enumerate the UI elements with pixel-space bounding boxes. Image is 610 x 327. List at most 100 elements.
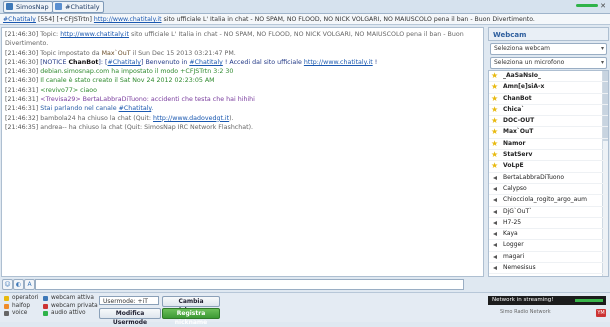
user-list-item[interactable]: ★ Amn[e]siA-x <box>489 82 608 94</box>
webcam-select-value: Seleziona webcam <box>494 45 550 52</box>
chat-message: [21:46:31] Stai parlando nel canale #Cha… <box>5 104 480 113</box>
user-list-item[interactable]: Nemesisus <box>489 263 608 275</box>
user-list-item[interactable]: Calypso <box>489 184 608 196</box>
star-icon: ★ <box>491 82 499 92</box>
message-text: debian.simosnap.com <box>40 68 110 76</box>
chat-message: [21:46:30] Topic impostato da Max`OuT il… <box>5 49 480 58</box>
close-icon[interactable]: ✕ <box>600 2 606 10</box>
user-list-item[interactable]: Logger <box>489 240 608 252</box>
speaker-icon <box>493 220 497 225</box>
message-link[interactable]: #Chatitaly <box>189 59 223 66</box>
channel-icon <box>55 3 62 10</box>
message-link[interactable]: #Chatitaly <box>107 59 141 66</box>
star-icon: ★ <box>491 127 499 137</box>
message-text: [NOTICE <box>40 58 69 66</box>
right-panel: Webcam Seleziona webcam ▾ Seleziona un m… <box>488 27 609 277</box>
speaker-icon <box>493 175 497 180</box>
speaker-icon <box>493 198 497 203</box>
stream-level-bar <box>575 299 603 302</box>
change-nickname-button[interactable]: Cambia nickname <box>162 296 220 314</box>
user-list-item[interactable]: DjG`OuT` <box>489 207 608 218</box>
user-list-item[interactable]: ★ VoLpE <box>489 161 608 173</box>
chat-message: [21:46:35] andrea-- ha chiuso la chat (Q… <box>5 123 480 132</box>
footer: Simo Radio Network YM <box>500 309 606 317</box>
message-link[interactable]: #Chatitaly <box>119 105 152 112</box>
user-list-item[interactable]: ★ DOC-OUT <box>489 116 608 128</box>
user-list-item[interactable]: ★ Chica` <box>489 104 608 117</box>
chat-message: [21:46:30] Topic: http://www.chatitaly.i… <box>5 30 480 39</box>
speaker-icon <box>493 186 497 191</box>
color-button[interactable]: ◐ <box>13 279 24 290</box>
message-text: Max`OuT <box>101 49 131 57</box>
message-text: Divertimento. <box>5 40 49 48</box>
message-text: andrea-- ha chiuso la chat (Quit: SimosN… <box>40 123 254 131</box>
user-nickname: _AaSaNsIo_ <box>503 72 542 79</box>
user-nickname: DjG`OuT` <box>503 207 533 215</box>
user-list-item[interactable]: ★ _AaSaNsIo_ <box>489 71 608 83</box>
user-count: [554] <box>37 16 55 23</box>
topic-text: sito ufficiale L' Italia in chat - NO SP… <box>161 16 535 23</box>
message-timestamp: [21:46:30] <box>5 77 39 85</box>
user-nickname: DOC-OUT <box>503 117 535 125</box>
message-timestamp: [21:46:31] <box>5 86 39 94</box>
legend-webcam-private: webcam privata <box>42 303 98 311</box>
message-link[interactable]: http://www.dadovedgt.it <box>153 115 229 122</box>
title-bar: SimosNap #Chatitaly ✕ <box>0 0 610 14</box>
user-nickname: StatServ <box>503 151 533 159</box>
user-list-item[interactable]: BertaLabbraDiTuono <box>489 173 608 184</box>
tab-simosnap[interactable]: SimosNap <box>3 1 53 13</box>
microphone-select-value: Seleziona un microfono <box>494 59 565 66</box>
star-icon: ★ <box>491 93 499 103</box>
message-text: ] Benvenuto in <box>141 58 190 66</box>
speaker-icon <box>493 243 497 248</box>
star-icon: ★ <box>491 150 499 160</box>
microphone-select[interactable]: Seleziona un microfono ▾ <box>490 57 607 69</box>
message-link[interactable]: http://www.chatitaly.it <box>304 59 373 66</box>
stream-banner[interactable]: Network in streaming! <box>488 296 606 305</box>
message-timestamp: [21:46:32] <box>5 114 39 122</box>
star-icon: ★ <box>491 104 499 114</box>
legend-voice: voice <box>3 310 39 318</box>
message-text: BertaLabbraDiTuono: accidenti che testa … <box>82 96 255 104</box>
user-list-item[interactable]: magari <box>489 252 608 264</box>
user-list-item[interactable]: Chiocciola_rogito_argo_aum <box>489 195 608 207</box>
channel-link[interactable]: #Chatitaly <box>3 16 36 23</box>
message-text: il Sun Dec 15 2013 03:21:47 PM. <box>130 49 236 57</box>
user-nickname: H7-25 <box>503 218 522 226</box>
chevron-down-icon: ▾ <box>600 45 604 52</box>
chat-message: Divertimento. <box>5 39 480 48</box>
topic-url-link[interactable]: http://www.chatitaly.it <box>94 16 162 23</box>
message-timestamp: [21:46:35] <box>5 123 39 131</box>
user-list[interactable]: ★ _AaSaNsIo_ ★ Amn[e]siA-x ★ ChanBot ★ Chica` ★ D… <box>488 70 609 277</box>
user-list-item[interactable]: Kaya <box>489 229 608 241</box>
message-link[interactable]: http://www.chatitaly.it <box>60 31 129 38</box>
user-list-item[interactable]: ★ Namor <box>489 139 608 151</box>
chat-message: [21:46:30] debian.simosnap.com ha impost… <box>5 67 480 76</box>
register-nickname-button[interactable]: Registra nickname <box>162 308 220 326</box>
message-input[interactable] <box>35 279 464 290</box>
user-list-item[interactable]: ★ ChanBot <box>489 94 608 105</box>
smiley-button[interactable]: ☺ <box>2 279 13 290</box>
user-list-item[interactable]: ★ StatServ <box>489 150 608 162</box>
modify-usermode-button[interactable]: Modifica Usermode <box>99 308 161 326</box>
user-nickname: BertaLabbraDiTuono <box>503 173 565 181</box>
user-nickname: magari <box>503 252 525 260</box>
star-icon <box>4 296 9 301</box>
font-button[interactable]: A <box>24 279 35 290</box>
message-timestamp: [21:46:30] <box>5 58 39 66</box>
message-text: Stai parlando nel canale <box>40 105 119 113</box>
message-timestamp: [21:46:30] <box>5 31 39 38</box>
ym-badge[interactable]: YM <box>596 309 606 317</box>
user-list-item[interactable]: H7-25 <box>489 218 608 230</box>
webcam-select[interactable]: Seleziona webcam ▾ <box>490 43 607 55</box>
message-text: ! Accedi dal sito ufficiale <box>222 58 304 66</box>
tab-label: #Chatitaly <box>65 3 100 11</box>
webcam-private-icon <box>43 303 48 309</box>
user-nickname: ChanBot <box>503 94 532 102</box>
tab-chatitaly[interactable]: #Chatitaly <box>52 1 104 13</box>
user-nickname: Calypso <box>503 184 527 192</box>
user-list-item[interactable]: ★ Max`OuT <box>489 127 608 139</box>
user-nickname: Logger <box>503 241 524 249</box>
server-icon <box>6 3 13 10</box>
chat-message: [21:46:31] <revivo77> ciaoo <box>5 86 480 95</box>
